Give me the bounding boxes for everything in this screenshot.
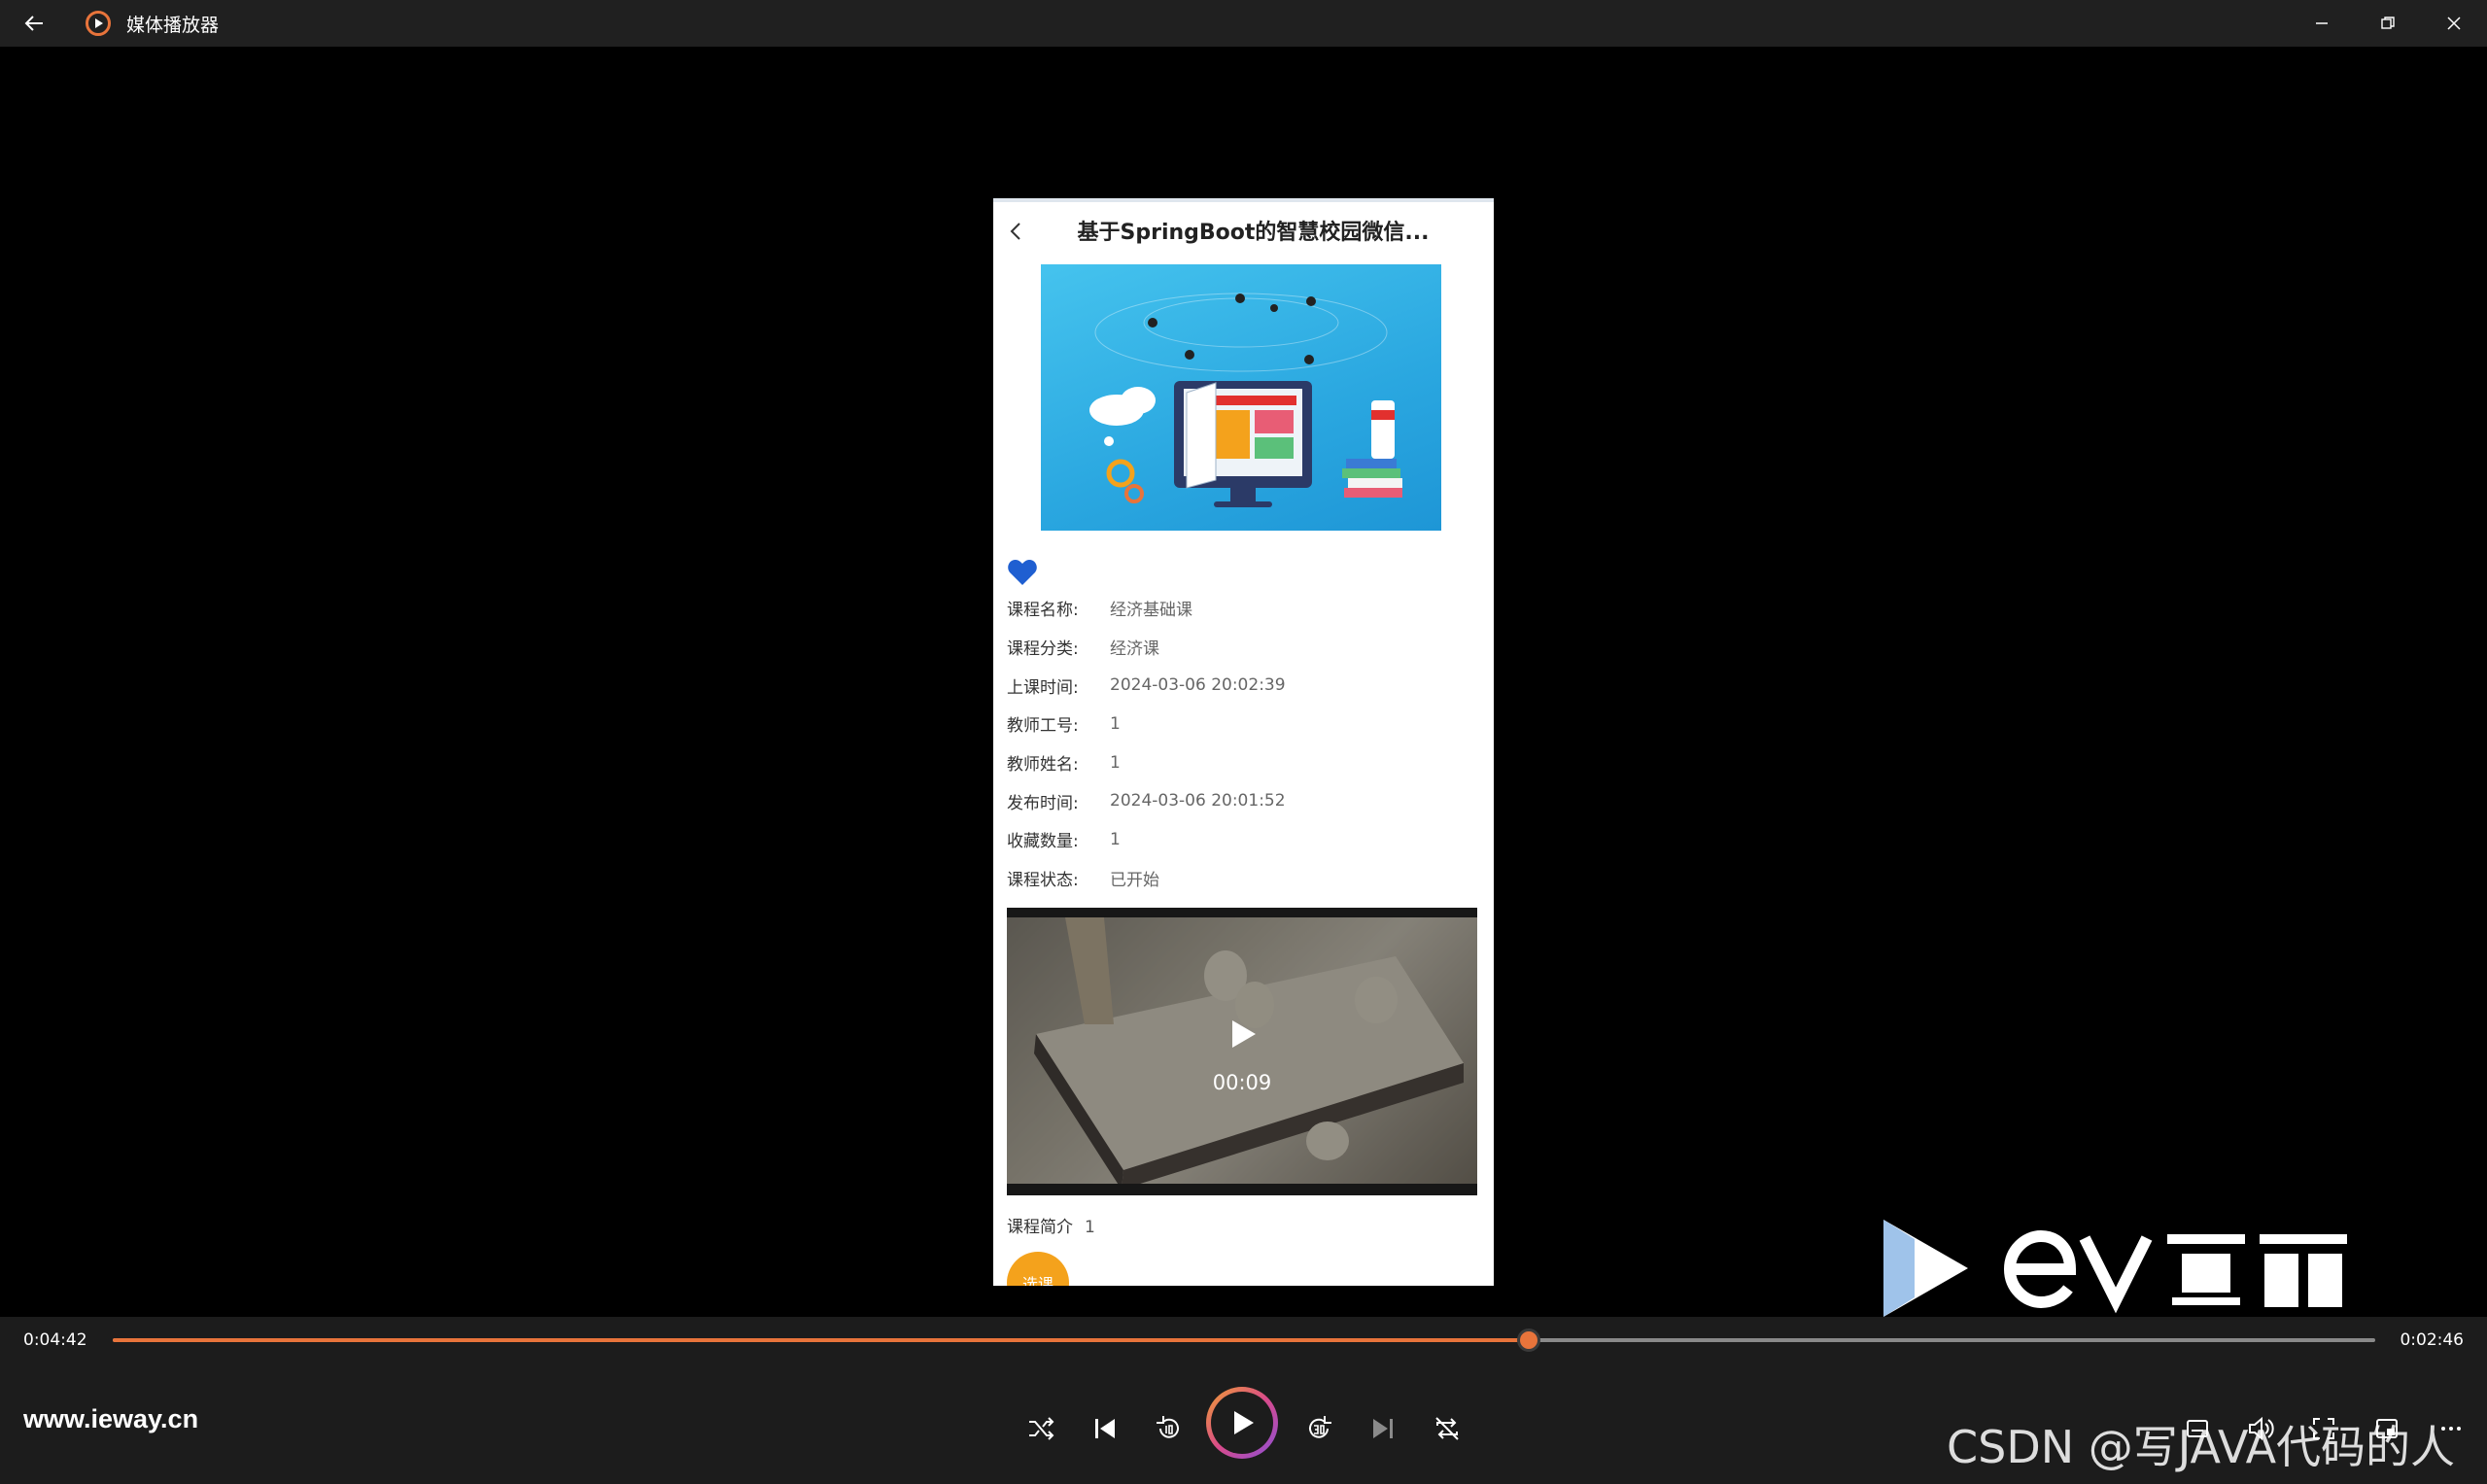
course-category-label: 课程分类:	[1007, 639, 1079, 660]
window-title: 媒体播放器	[126, 14, 220, 36]
info-row-teacher-name: 教师姓名: 1	[1007, 743, 1286, 782]
course-description: 课程简介 1	[1007, 1213, 1095, 1237]
close-button[interactable]	[2421, 0, 2487, 47]
title-bar: 媒体播放器	[0, 0, 2487, 47]
back-arrow-icon	[24, 16, 43, 31]
total-time: 0:02:46	[2400, 1330, 2464, 1350]
info-row-course-category: 课程分类: 经济课	[1007, 628, 1286, 667]
info-row-course-name: 课程名称: 经济基础课	[1007, 589, 1286, 628]
next-button[interactable]	[1364, 1409, 1402, 1448]
publish-time-value: 2024-03-06 20:01:52	[1110, 791, 1286, 811]
shuffle-icon	[1029, 1417, 1054, 1440]
course-banner-image	[1041, 264, 1441, 531]
repeat-button[interactable]	[1428, 1409, 1467, 1448]
info-row-favorite-count: 收藏数量: 1	[1007, 820, 1286, 859]
play-button[interactable]	[1206, 1387, 1278, 1459]
description-label: 课程简介	[1007, 1218, 1073, 1237]
back-button[interactable]	[0, 0, 68, 47]
favorite-count-value: 1	[1110, 829, 1121, 849]
course-video-player[interactable]: 00:09	[1007, 908, 1477, 1195]
restore-button[interactable]	[2355, 0, 2421, 47]
shuffle-button[interactable]	[1021, 1409, 1060, 1448]
teacher-name-value: 1	[1110, 752, 1121, 773]
minimize-button[interactable]	[2289, 0, 2355, 47]
video-frame-phone-screen: 基于SpringBoot的智慧校园微信... 课程名称: 经济基础课 课程分类:…	[993, 198, 1494, 1286]
teacher-id-label: 教师工号:	[1007, 716, 1079, 737]
course-name-value: 经济基础课	[1110, 601, 1192, 621]
video-overlay	[1007, 908, 1477, 1195]
video-play-icon[interactable]	[1226, 1018, 1260, 1051]
description-value: 1	[1085, 1218, 1095, 1237]
favorite-heart-icon[interactable]	[1007, 559, 1038, 586]
seek-bar[interactable]	[113, 1329, 2375, 1352]
csdn-watermark: CSDN @写JAVA代码的人	[1947, 1421, 2456, 1473]
course-status-value: 已开始	[1110, 871, 1159, 891]
rewind-10-button[interactable]	[1150, 1409, 1189, 1448]
course-page-title: 基于SpringBoot的智慧校园微信...	[1077, 221, 1430, 245]
publish-time-label: 发布时间:	[1007, 793, 1079, 813]
info-row-course-status: 课程状态: 已开始	[1007, 859, 1286, 898]
ev-editor-logo-icon	[1883, 1220, 2347, 1317]
course-info-list: 课程名称: 经济基础课 课程分类: 经济课 上课时间: 2024-03-06 20:0…	[1007, 589, 1286, 898]
skip-previous-icon	[1095, 1419, 1115, 1438]
app-header: 基于SpringBoot的智慧校园微信...	[993, 202, 1494, 259]
enroll-button[interactable]: 选课	[1007, 1252, 1069, 1286]
media-player-logo-icon	[86, 11, 111, 36]
rewind-10-icon	[1157, 1416, 1179, 1438]
computer-illustration-icon	[1089, 293, 1402, 507]
seek-bar-progress	[113, 1338, 1530, 1342]
teacher-name-label: 教师姓名:	[1007, 755, 1079, 776]
course-category-value: 经济课	[1110, 639, 1159, 660]
current-time: 0:04:42	[23, 1330, 87, 1350]
info-row-teacher-id: 教师工号: 1	[1007, 705, 1286, 743]
previous-button[interactable]	[1086, 1409, 1124, 1448]
favorite-count-label: 收藏数量:	[1007, 832, 1079, 852]
course-status-label: 课程状态:	[1007, 871, 1079, 891]
repeat-off-icon	[1435, 1417, 1459, 1440]
forward-30-button[interactable]	[1299, 1409, 1338, 1448]
class-time-value: 2024-03-06 20:02:39	[1110, 675, 1286, 696]
info-row-class-time: 上课时间: 2024-03-06 20:02:39	[1007, 666, 1286, 705]
course-name-label: 课程名称:	[1007, 601, 1079, 621]
teacher-id-value: 1	[1110, 713, 1121, 734]
video-duration: 00:09	[1212, 1071, 1272, 1094]
play-button-inner	[1211, 1392, 1273, 1454]
play-icon	[1234, 1411, 1254, 1434]
seek-bar-thumb[interactable]	[1517, 1329, 1541, 1352]
restore-icon	[2381, 17, 2395, 29]
minimize-icon	[2316, 22, 2328, 24]
forward-30-icon	[1309, 1416, 1331, 1438]
class-time-label: 上课时间:	[1007, 677, 1079, 698]
info-row-publish-time: 发布时间: 2024-03-06 20:01:52	[1007, 781, 1286, 820]
chevron-left-icon	[1010, 223, 1020, 240]
skip-next-icon	[1373, 1419, 1393, 1438]
close-icon	[2447, 17, 2461, 30]
